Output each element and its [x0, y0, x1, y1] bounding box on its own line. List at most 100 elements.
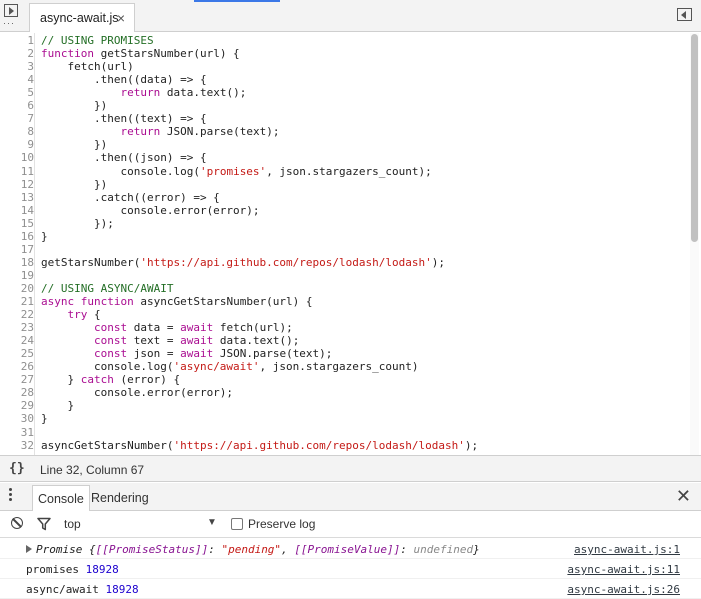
code-text: async function asyncGetStarsNumber(url) … [41, 295, 313, 308]
line-number[interactable]: 25 [0, 347, 34, 360]
line-number[interactable]: 14 [0, 204, 34, 217]
code-text: }) [41, 138, 107, 151]
line-number[interactable]: 10 [0, 151, 34, 164]
navigator-toggle-icon[interactable] [4, 4, 18, 17]
code-token: async [41, 295, 75, 308]
code-token: JSON.parse(text); [213, 347, 333, 361]
line-number[interactable]: 4 [0, 73, 34, 86]
scrollbar-thumb[interactable] [691, 34, 698, 242]
code-text: } [41, 412, 48, 425]
line-number[interactable]: 26 [0, 360, 34, 373]
line-number[interactable]: 15 [0, 217, 34, 230]
line-number[interactable]: 20 [0, 282, 34, 295]
line-number[interactable]: 7 [0, 112, 34, 125]
console-message: async/await 18928 async-await.js:26 [0, 579, 701, 599]
line-number[interactable]: 8 [0, 125, 34, 138]
code-token: .then((json) => { [41, 151, 207, 165]
code-token: { [87, 308, 101, 322]
file-tab-bar: ··· async-await.js × [0, 0, 701, 32]
code-token: return [120, 125, 161, 139]
line-number[interactable]: 22 [0, 308, 34, 321]
code-token: try [67, 308, 88, 322]
line-number[interactable]: 19 [0, 269, 34, 282]
line-number[interactable]: 31 [0, 426, 34, 439]
preserve-log-label: Preserve log [248, 517, 316, 531]
code-token: data.text(); [213, 334, 300, 348]
code-token: ); [431, 255, 445, 269]
line-number[interactable]: 32 [0, 439, 34, 452]
debugger-sidebar-toggle-icon[interactable] [677, 8, 692, 21]
promise-summary[interactable]: Promise {[[PromiseStatus]]: "pending", [… [36, 543, 480, 556]
line-number[interactable]: 3 [0, 60, 34, 73]
line-number[interactable]: 29 [0, 399, 34, 412]
preserve-log-checkbox[interactable] [231, 518, 243, 530]
file-tab-label: async-await.js [40, 11, 119, 25]
code-text: .catch((error) => { [41, 191, 220, 204]
code-editor[interactable]: 1 // USING PROMISES 2 function getStarsNumb… [0, 33, 701, 455]
tab-async-await-js[interactable]: async-await.js × [29, 3, 135, 32]
code-text: const data = await fetch(url); [41, 321, 293, 334]
top-accent-bar [194, 0, 280, 2]
more-options-icon[interactable] [9, 488, 13, 503]
code-token: } [41, 229, 48, 243]
line-number[interactable]: 2 [0, 47, 34, 60]
code-text: console.log('async/await', json.stargaze… [41, 360, 419, 373]
code-token: await [180, 321, 214, 335]
line-number[interactable]: 24 [0, 334, 34, 347]
context-select[interactable]: top [64, 517, 81, 531]
line-number[interactable]: 6 [0, 99, 34, 112]
code-text: console.log('promises', json.stargazers_… [41, 165, 431, 178]
line-number[interactable]: 9 [0, 138, 34, 151]
line-number[interactable]: 23 [0, 321, 34, 334]
line-number[interactable]: 16 [0, 230, 34, 243]
code-token: ); [464, 438, 479, 452]
console-toolbar: top ▼ Preserve log [0, 511, 701, 538]
close-drawer-icon[interactable]: ✕ [676, 486, 691, 506]
code-text: return data.text(); [41, 86, 246, 99]
code-text: getStarsNumber('https://api.github.com/r… [41, 256, 445, 269]
editor-scrollbar[interactable] [690, 33, 699, 455]
line-number[interactable]: 13 [0, 191, 34, 204]
console-message-promise: Promise {[[PromiseStatus]]: "pending", [… [0, 539, 701, 559]
line-number[interactable]: 21 [0, 295, 34, 308]
console-message: promises 18928 async-await.js:11 [0, 559, 701, 579]
code-token: console.log( [41, 360, 174, 374]
close-icon[interactable]: × [117, 11, 125, 25]
drawer-tab-bar: Console Rendering ✕ [0, 483, 701, 511]
chevron-down-icon[interactable]: ▼ [207, 517, 217, 528]
code-text: }) [41, 99, 107, 112]
filter-icon[interactable] [37, 517, 51, 531]
code-text: } [41, 230, 48, 243]
line-number[interactable]: 17 [0, 243, 34, 256]
source-link[interactable]: async-await.js:1 [574, 543, 680, 556]
clear-console-icon[interactable] [11, 517, 23, 529]
line-number[interactable]: 12 [0, 178, 34, 191]
expand-arrow-icon[interactable] [26, 545, 32, 553]
code-token: const [93, 334, 128, 348]
code-text: // USING PROMISES [41, 34, 154, 47]
tab-rendering[interactable]: Rendering [86, 485, 154, 511]
more-tabs-icon[interactable]: ··· [3, 19, 15, 28]
code-text: .then((text) => { [41, 112, 207, 125]
line-number[interactable]: 5 [0, 86, 34, 99]
line-number[interactable]: 27 [0, 373, 34, 386]
code-text: const text = await data.text(); [41, 334, 299, 347]
code-token: fetch(url) [41, 60, 134, 74]
line-number[interactable]: 18 [0, 256, 34, 269]
line-number[interactable]: 1 [0, 34, 34, 47]
console-message-text: async/await 18928 [26, 583, 139, 596]
source-link[interactable]: async-await.js:11 [567, 563, 680, 576]
line-number[interactable]: 28 [0, 386, 34, 399]
cursor-position: Line 32, Column 67 [40, 463, 145, 477]
pretty-print-icon[interactable]: {} [9, 461, 25, 476]
source-link[interactable]: async-await.js:26 [567, 583, 680, 596]
line-number[interactable]: 11 [0, 165, 34, 178]
tab-console[interactable]: Console [32, 485, 90, 511]
code-token: .then((text) => { [41, 112, 207, 126]
line-number[interactable]: 30 [0, 412, 34, 425]
code-text: } catch (error) { [41, 373, 180, 386]
code-token: , json.stargazers_count) [259, 360, 419, 374]
